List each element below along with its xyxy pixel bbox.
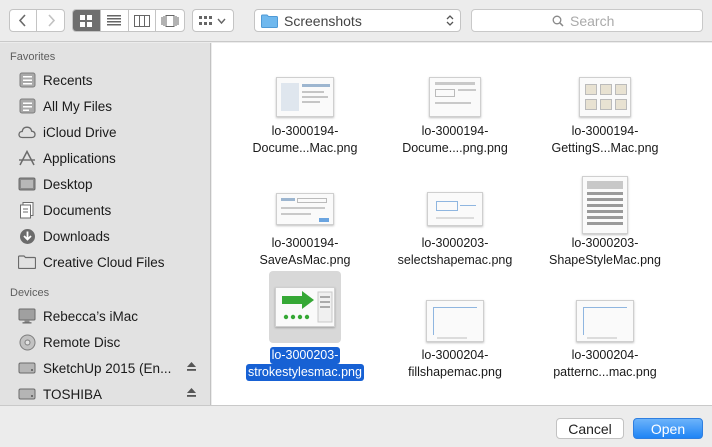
chevron-right-icon [47, 14, 55, 27]
file-thumbnail [569, 165, 641, 245]
file-item[interactable]: lo-3000204- patternc...mac.png [540, 273, 670, 385]
eject-icon[interactable] [186, 387, 197, 398]
search-icon [552, 15, 564, 27]
navigation-buttons [9, 9, 65, 32]
favorites-heading: Favorites [10, 51, 56, 63]
back-button[interactable] [10, 10, 38, 31]
sidebar-item-label: Documents [43, 202, 112, 218]
sidebar-item-documents[interactable]: Documents [0, 197, 210, 223]
sidebar-item-rebeccas-imac[interactable]: Rebecca’s iMac [0, 303, 210, 329]
column-view-button[interactable] [129, 10, 157, 31]
file-item[interactable]: lo-3000194- SaveAsMac.png [240, 161, 370, 273]
search-field[interactable] [471, 9, 703, 32]
file-grid: lo-3000194- Docume...Mac.png lo-3000194- D… [212, 43, 712, 405]
file-name: lo-3000203- selectshapemac.png [397, 236, 513, 267]
list-view-icon [107, 15, 122, 26]
forward-button[interactable] [37, 10, 64, 31]
file-item[interactable]: lo-3000194- GettingS...Mac.png [540, 49, 670, 161]
sidebar-item-applications[interactable]: Applications [0, 145, 210, 171]
sidebar-item-label: TOSHIBA [43, 386, 103, 402]
file-item[interactable]: lo-3000194- Docume...Mac.png [240, 49, 370, 161]
file-item-selected[interactable]: lo-3000203- strokestylesmac.png [240, 271, 370, 385]
sidebar-item-label: Rebecca’s iMac [43, 308, 139, 324]
file-name: lo-3000203- strokestylesmac.png [246, 347, 364, 381]
file-item[interactable]: lo-3000203- selectshapemac.png [390, 161, 520, 273]
location-popup[interactable]: Screenshots [254, 9, 461, 32]
location-label: Screenshots [284, 12, 362, 29]
chevron-left-icon [18, 14, 26, 27]
arrange-icon [199, 15, 226, 25]
list-view-button[interactable] [101, 10, 129, 31]
cancel-button[interactable]: Cancel [556, 418, 624, 439]
sidebar-item-recents[interactable]: Recents [0, 67, 210, 93]
file-name: lo-3000194- GettingS...Mac.png [551, 124, 659, 155]
sidebar-item-downloads[interactable]: Downloads [0, 223, 210, 249]
file-name: lo-3000204- fillshapemac.png [408, 348, 502, 379]
folder-icon [261, 14, 278, 28]
disk-icon [17, 384, 37, 404]
file-thumbnail [269, 271, 341, 343]
sidebar-item-toshiba[interactable]: TOSHIBA [0, 381, 210, 407]
sidebar-item-label: Downloads [43, 228, 110, 244]
disk-icon [17, 358, 37, 378]
toolbar: Screenshots [0, 0, 712, 42]
arrange-menu[interactable] [192, 9, 234, 32]
sidebar-item-label: iCloud Drive [43, 124, 117, 140]
all-my-files-icon [17, 96, 37, 116]
desktop-icon [17, 174, 37, 194]
sidebar-item-remote-disc[interactable]: Remote Disc [0, 329, 210, 355]
cover-flow-icon [161, 14, 179, 27]
column-view-icon [133, 14, 150, 27]
file-item[interactable]: lo-3000203- ShapeStyleMac.png [540, 161, 670, 273]
documents-icon [17, 200, 37, 220]
icloud-drive-icon [17, 122, 37, 142]
sidebar-item-label: Recents [43, 72, 93, 88]
folder-icon [17, 252, 37, 272]
file-item[interactable]: lo-3000194- Docume....png.png [390, 49, 520, 161]
view-mode-buttons [72, 9, 185, 32]
sidebar-item-icloud-drive[interactable]: iCloud Drive [0, 119, 210, 145]
sidebar-item-label: Applications [43, 150, 116, 166]
stroke-styles-preview [282, 291, 333, 323]
sidebar-item-desktop[interactable]: Desktop [0, 171, 210, 197]
icon-view-icon [80, 14, 93, 27]
file-name: lo-3000204- patternc...mac.png [553, 348, 657, 379]
sidebar-item-label: Desktop [43, 176, 93, 192]
arrange-menu-content [193, 10, 233, 31]
popup-arrows-icon [446, 15, 454, 26]
cover-flow-view-button[interactable] [156, 10, 184, 31]
sidebar-item-label: Remote Disc [43, 334, 121, 350]
sidebar: Favorites Recents All My Files iCloud Dr… [0, 43, 211, 405]
search-input[interactable] [570, 12, 622, 29]
applications-icon [17, 148, 37, 168]
eject-icon[interactable] [186, 361, 197, 372]
file-name: lo-3000194- Docume....png.png [402, 124, 508, 155]
sidebar-item-sketchup-2015[interactable]: SketchUp 2015 (En... [0, 355, 210, 381]
devices-heading: Devices [10, 287, 50, 299]
remote-disc-icon [17, 332, 37, 352]
open-button[interactable]: Open [633, 418, 703, 439]
downloads-icon [17, 226, 37, 246]
file-item[interactable]: lo-3000204- fillshapemac.png [390, 273, 520, 385]
icon-view-button[interactable] [73, 10, 101, 31]
recents-icon [17, 70, 37, 90]
dialog-footer: Cancel Open [0, 405, 712, 447]
sidebar-item-label: All My Files [43, 98, 113, 114]
sidebar-item-label: SketchUp 2015 (En... [43, 360, 172, 376]
file-name: lo-3000203- ShapeStyleMac.png [549, 236, 661, 267]
sidebar-item-label: Creative Cloud Files [43, 254, 165, 270]
sidebar-item-all-my-files[interactable]: All My Files [0, 93, 210, 119]
sidebar-item-creative-cloud-files[interactable]: Creative Cloud Files [0, 249, 210, 275]
file-name: lo-3000194- Docume...Mac.png [252, 124, 358, 155]
file-name: lo-3000194- SaveAsMac.png [259, 236, 351, 267]
imac-icon [17, 306, 37, 326]
